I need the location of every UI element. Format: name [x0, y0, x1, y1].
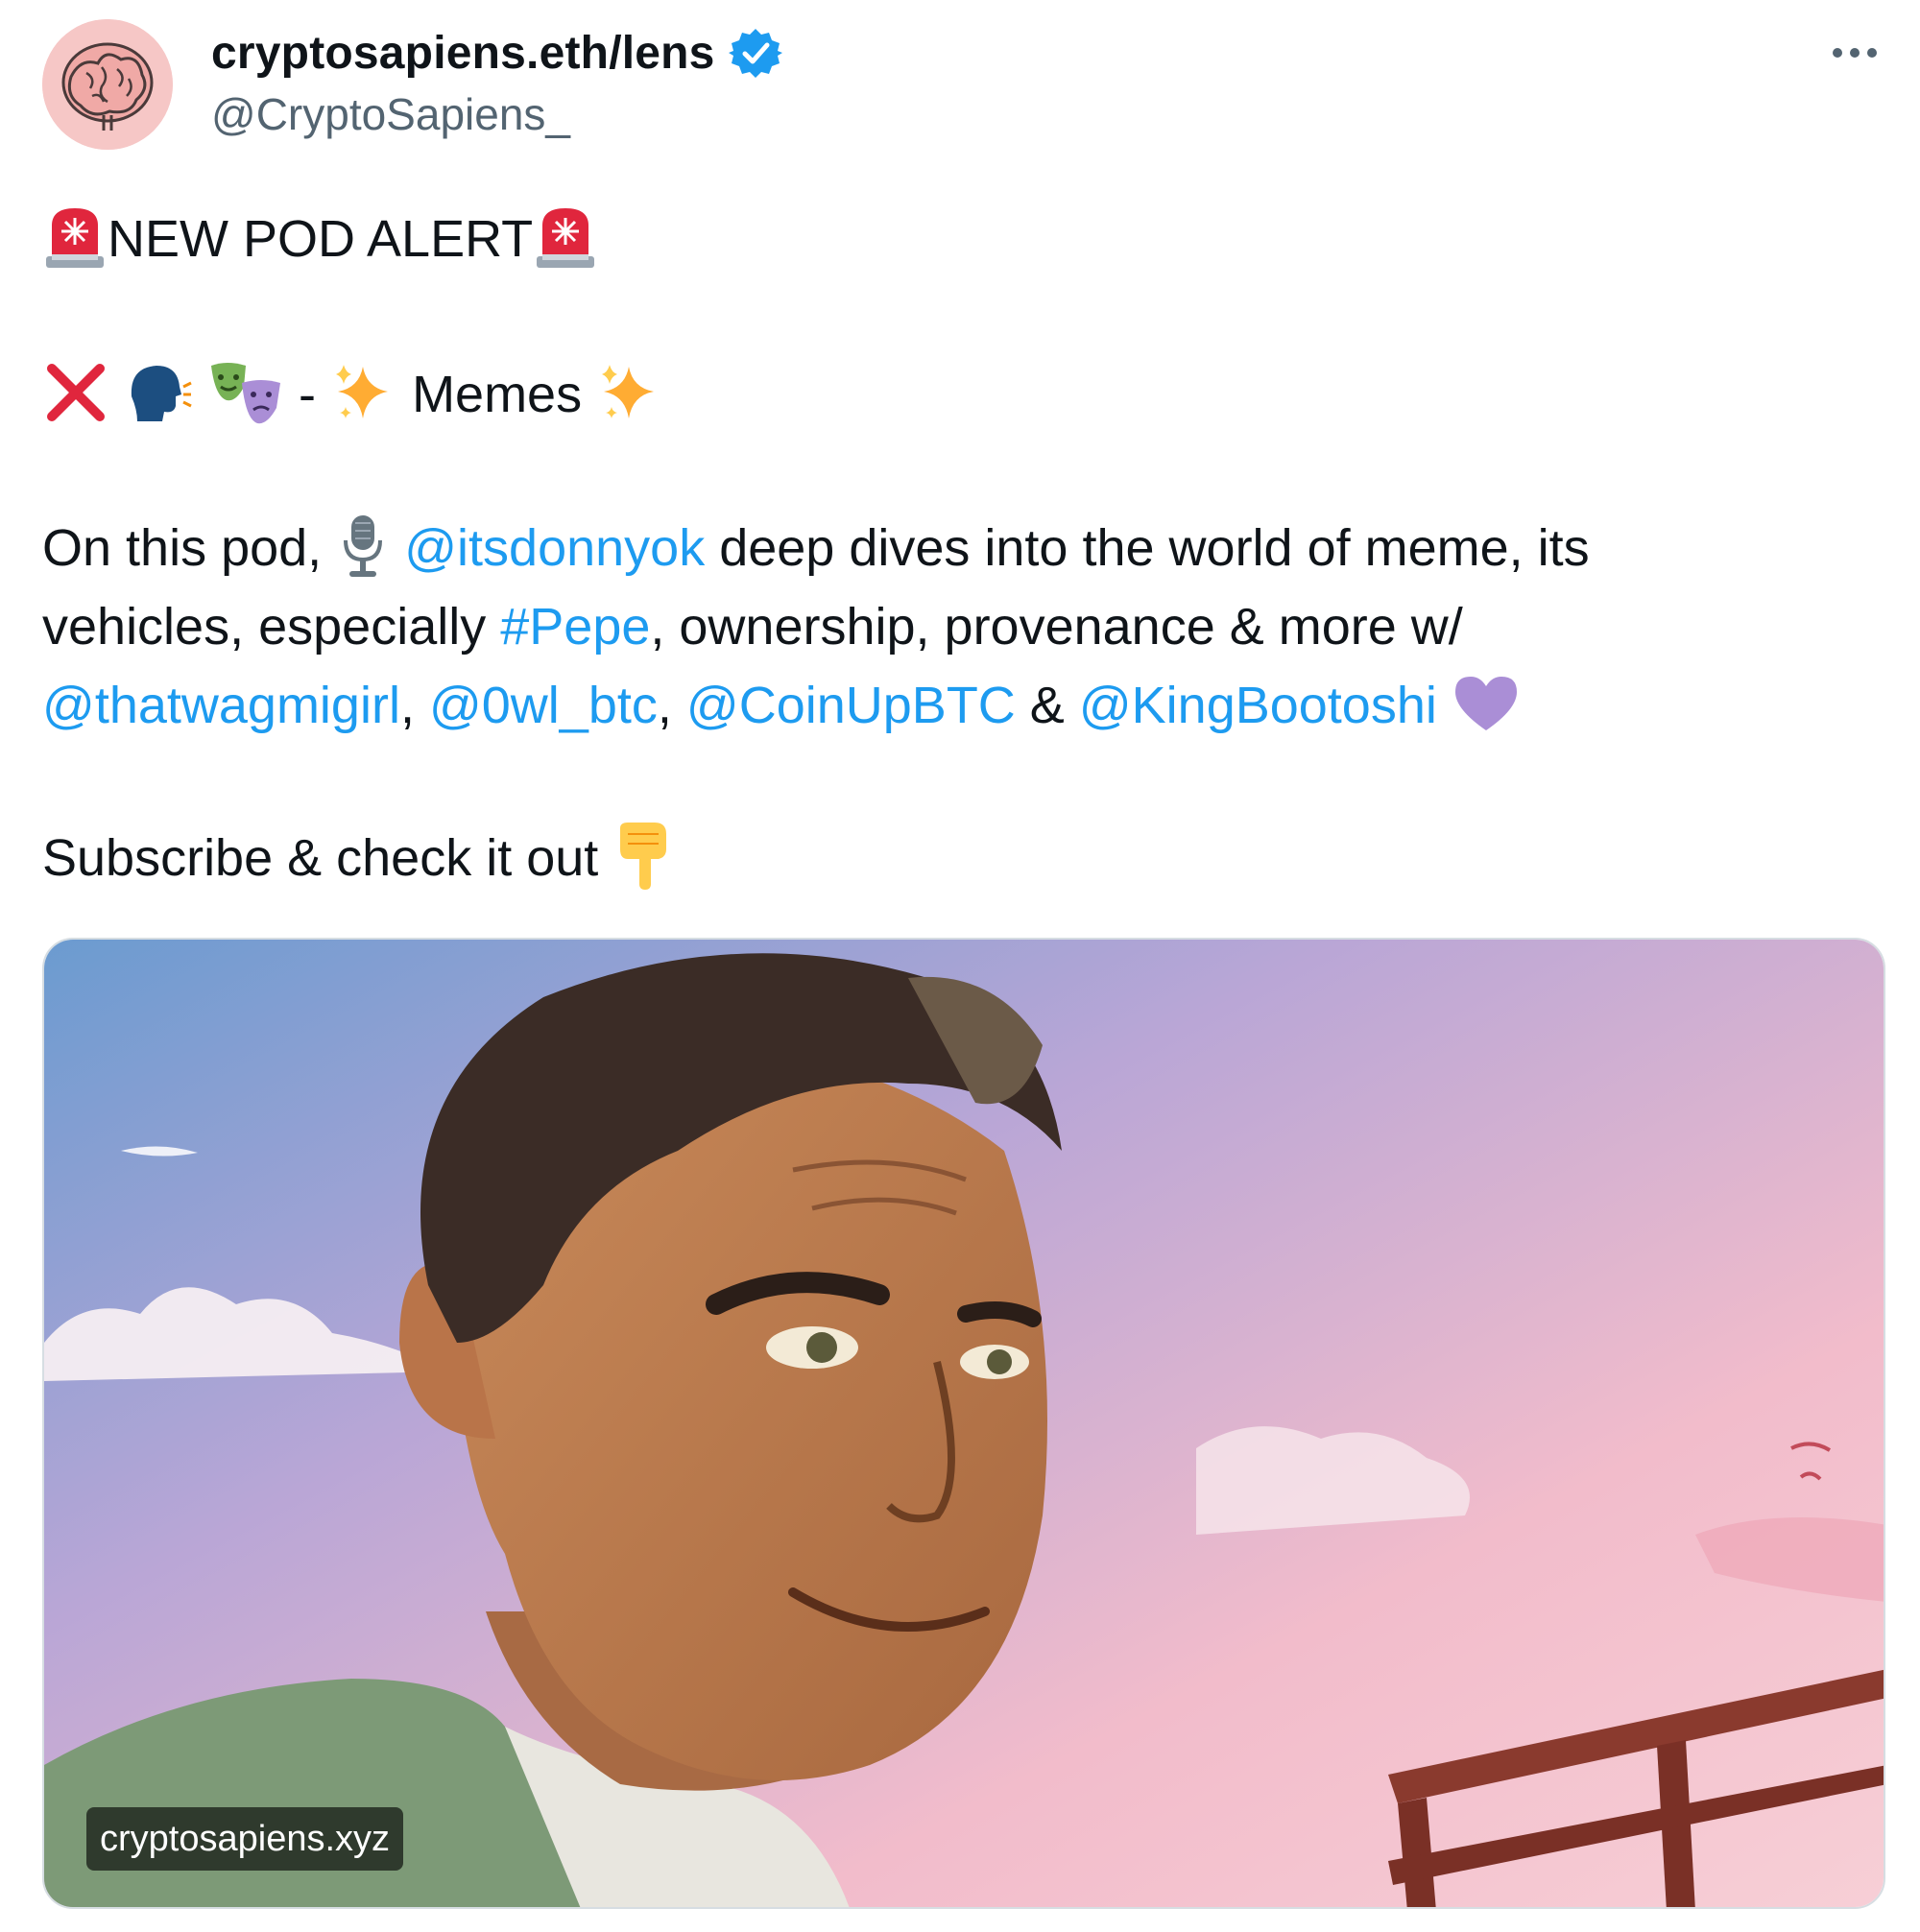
- rotating-light-icon: [533, 203, 598, 272]
- mention-link-1[interactable]: @thatwagmigirl: [42, 677, 400, 734]
- mention-link-host[interactable]: @itsdonnyok: [404, 519, 705, 577]
- author-name-row: cryptosapiens.eth/lens: [211, 21, 782, 84]
- tweet-media-card[interactable]: cryptosapiens.xyz: [42, 938, 1885, 1909]
- memes-separator: -: [299, 366, 317, 423]
- author-handle[interactable]: @CryptoSapiens_: [211, 88, 570, 140]
- tweet-header: cryptosapiens.eth/lens @CryptoSapiens_: [0, 0, 1920, 163]
- paragraph-text-2: vehicles, especially: [42, 598, 501, 656]
- avatar[interactable]: [42, 19, 173, 150]
- mention-separator-3: &: [1015, 677, 1079, 734]
- sparkles-icon: [330, 359, 397, 426]
- speaking-head-icon: [124, 358, 193, 427]
- cross-mark-icon: [42, 359, 109, 426]
- subscribe-text: Subscribe & check it out: [42, 829, 599, 887]
- microphone-icon: [336, 512, 390, 581]
- cartoon-man-portrait-image: [44, 940, 1884, 1907]
- more-dots-icon: [1833, 48, 1877, 58]
- sparkles-icon: [596, 359, 663, 426]
- author-display-name[interactable]: cryptosapiens.eth/lens: [211, 27, 715, 80]
- tweet-text-paragraph: On this pod, @itsdonnyok deep dives into…: [42, 509, 1885, 745]
- hashtag-link-pepe[interactable]: #Pepe: [500, 598, 650, 656]
- brain-logo-icon: [42, 19, 173, 150]
- rotating-light-icon: [42, 203, 108, 272]
- verified-badge-icon: [728, 26, 782, 80]
- mention-separator-1: ,: [399, 677, 429, 734]
- more-options-button[interactable]: [1824, 27, 1885, 79]
- tweet-text-line-memes: - Memes: [42, 355, 1885, 434]
- memes-text: Memes: [412, 366, 583, 423]
- media-domain-label[interactable]: cryptosapiens.xyz: [86, 1807, 404, 1871]
- mention-link-4[interactable]: @KingBootoshi: [1079, 677, 1437, 734]
- tweet-text-line-subscribe: Subscribe & check it out: [42, 819, 1885, 897]
- tweet-text-line-alert: NEW POD ALERT: [42, 200, 1885, 278]
- paragraph-text-3: , ownership, provenance & more w/: [650, 598, 1463, 656]
- mention-link-2[interactable]: @0wl_btc: [429, 677, 658, 734]
- intro-text: On this pod,: [42, 519, 323, 577]
- paragraph-text-1: deep dives into the world of meme, its: [705, 519, 1590, 577]
- mention-link-3[interactable]: @CoinUpBTC: [686, 677, 1016, 734]
- alert-text: NEW POD ALERT: [108, 210, 534, 268]
- backhand-index-pointing-down-icon: [612, 821, 672, 892]
- mention-separator-2: ,: [657, 677, 686, 734]
- purple-heart-icon: [1452, 673, 1521, 734]
- performing-arts-icon: [207, 358, 284, 427]
